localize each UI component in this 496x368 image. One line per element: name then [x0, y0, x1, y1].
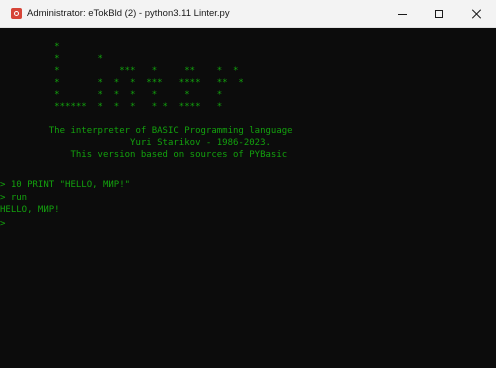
banner-line: * — [0, 42, 60, 52]
banner-line: * *** * ** * * — [0, 66, 239, 76]
banner-author: Yuri Starikov - 1986-2023. — [0, 138, 271, 148]
banner-title: The interpreter of BASIC Programming lan… — [0, 126, 293, 136]
banner-line: * * * * * * * — [0, 90, 223, 100]
console-window: Administrator: eTokBld (2) - python3.11 … — [0, 0, 496, 368]
terminal-output[interactable]: * * * * *** * ** * * * * * * *** **** **… — [0, 28, 496, 368]
close-button[interactable] — [458, 0, 494, 28]
minimize-icon — [397, 13, 407, 15]
title-bar[interactable]: Administrator: eTokBld (2) - python3.11 … — [0, 0, 496, 28]
banner-line: ****** * * * * * **** * — [0, 102, 223, 112]
minimize-button[interactable] — [384, 0, 420, 28]
banner-version: This version based on sources of PYBasic — [0, 150, 288, 160]
maximize-icon — [435, 10, 443, 18]
app-icon — [11, 8, 22, 19]
banner-line: * * — [0, 54, 103, 64]
maximize-button[interactable] — [421, 0, 457, 28]
command-line: > 10 PRINT "HELLO, МИР!" — [0, 180, 131, 190]
banner-line: * * * * *** **** ** * — [0, 78, 244, 88]
input-prompt[interactable]: > — [0, 218, 5, 230]
command-line: > run — [0, 193, 28, 203]
window-title: Administrator: eTokBld (2) - python3.11 … — [27, 8, 230, 19]
program-output: HELLO, МИР! — [0, 205, 60, 215]
close-icon — [471, 9, 481, 19]
